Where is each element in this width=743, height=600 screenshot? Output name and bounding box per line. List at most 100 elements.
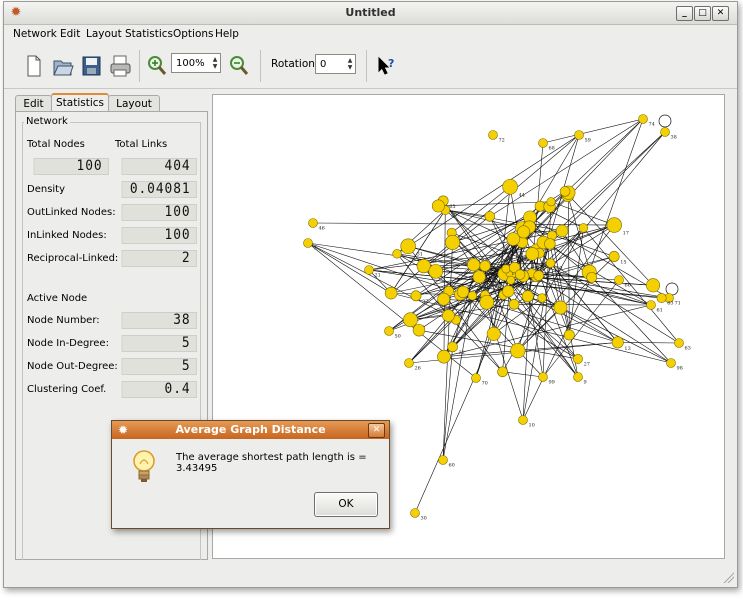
title-bar: ✹ Untitled _ □ ✕ bbox=[4, 2, 737, 25]
graph-node[interactable] bbox=[438, 455, 448, 465]
graph-node[interactable] bbox=[537, 293, 547, 303]
graph-node[interactable] bbox=[501, 264, 511, 274]
graph-node[interactable] bbox=[445, 234, 461, 250]
tab-layout[interactable]: Layout bbox=[108, 95, 160, 112]
print-icon[interactable] bbox=[107, 53, 133, 79]
zoom-spin-icon[interactable]: ▲ ▼ bbox=[211, 56, 219, 70]
new-file-icon[interactable] bbox=[20, 53, 46, 79]
reciprocal-value: 2 bbox=[121, 250, 197, 267]
graph-node[interactable] bbox=[514, 269, 526, 280]
menu-edit[interactable]: Edit bbox=[60, 28, 80, 40]
menu-layout[interactable]: Layout bbox=[86, 28, 122, 40]
graph-node[interactable] bbox=[303, 238, 313, 248]
graph-node[interactable] bbox=[442, 309, 455, 322]
graph-node[interactable] bbox=[416, 258, 431, 274]
graph-node[interactable] bbox=[472, 270, 486, 284]
graph-node[interactable] bbox=[497, 366, 508, 378]
graph-node[interactable] bbox=[404, 358, 414, 368]
graph-node[interactable] bbox=[517, 225, 531, 239]
graph-node[interactable] bbox=[437, 349, 451, 364]
graph-node[interactable] bbox=[611, 336, 624, 349]
graph-node[interactable] bbox=[384, 326, 394, 336]
graph-node[interactable] bbox=[403, 312, 418, 328]
graph-node[interactable] bbox=[666, 358, 676, 368]
graph-node[interactable] bbox=[572, 353, 583, 364]
menu-network[interactable]: Network bbox=[13, 28, 57, 40]
graph-node[interactable] bbox=[506, 275, 516, 285]
graph-node[interactable] bbox=[521, 290, 534, 303]
graph-node[interactable] bbox=[555, 224, 569, 238]
graph-node[interactable] bbox=[479, 294, 495, 310]
graph-node[interactable] bbox=[638, 114, 648, 124]
graph-node[interactable] bbox=[646, 300, 656, 310]
save-icon[interactable] bbox=[78, 53, 104, 79]
graph-node[interactable] bbox=[384, 286, 398, 300]
graph-node[interactable] bbox=[467, 291, 478, 301]
self-loop bbox=[665, 282, 679, 296]
graph-node[interactable] bbox=[502, 179, 518, 195]
graph-node[interactable] bbox=[437, 292, 451, 306]
whats-this-icon[interactable]: ? bbox=[374, 53, 400, 79]
graph-node[interactable] bbox=[488, 130, 498, 140]
menu-options[interactable]: Options bbox=[173, 28, 214, 40]
graph-node[interactable] bbox=[573, 372, 583, 382]
node-label: 22 bbox=[459, 350, 465, 356]
graph-node[interactable] bbox=[545, 258, 556, 268]
rotation-spin-icon[interactable]: ▲ ▼ bbox=[346, 57, 354, 71]
graph-node[interactable] bbox=[578, 223, 589, 233]
ok-button[interactable]: OK bbox=[314, 492, 378, 517]
graph-node[interactable] bbox=[471, 373, 481, 383]
tab-edit[interactable]: Edit bbox=[15, 95, 52, 112]
graph-node[interactable] bbox=[510, 343, 526, 359]
minimize-button[interactable]: _ bbox=[676, 6, 693, 21]
graph-node[interactable] bbox=[508, 299, 520, 310]
graph-node[interactable] bbox=[614, 275, 624, 285]
graph-node[interactable] bbox=[574, 130, 584, 140]
graph-node[interactable] bbox=[546, 197, 556, 207]
graph-node[interactable] bbox=[447, 341, 458, 353]
dialog-close-button[interactable]: ✕ bbox=[368, 423, 385, 438]
graph-node[interactable] bbox=[586, 271, 598, 283]
graph-node[interactable] bbox=[563, 329, 575, 341]
maximize-button[interactable]: □ bbox=[694, 6, 711, 21]
graph-node[interactable] bbox=[484, 211, 495, 222]
graph-node[interactable] bbox=[533, 270, 544, 281]
menu-help[interactable]: Help bbox=[215, 28, 239, 40]
close-button[interactable]: ✕ bbox=[712, 6, 729, 21]
graph-node[interactable] bbox=[364, 265, 374, 275]
graph-node[interactable] bbox=[410, 508, 420, 518]
graph-node[interactable] bbox=[606, 217, 622, 233]
graph-node[interactable] bbox=[412, 323, 426, 337]
rotation-spinbox[interactable]: 0 ▲ ▼ bbox=[315, 54, 356, 74]
graph-node[interactable] bbox=[456, 285, 470, 299]
graph-node[interactable] bbox=[400, 238, 416, 255]
graph-node[interactable] bbox=[660, 127, 670, 137]
graph-node[interactable] bbox=[392, 249, 402, 259]
graph-node[interactable] bbox=[467, 258, 481, 272]
graph-node[interactable] bbox=[486, 326, 501, 341]
graph-node[interactable] bbox=[502, 285, 515, 298]
graph-node[interactable] bbox=[518, 415, 528, 425]
resize-grip-icon[interactable] bbox=[722, 571, 734, 583]
graph-node[interactable] bbox=[410, 290, 422, 302]
graph-node[interactable] bbox=[608, 251, 620, 262]
graph-node[interactable] bbox=[428, 264, 444, 279]
open-file-icon[interactable] bbox=[49, 53, 75, 79]
graph-node[interactable] bbox=[559, 186, 571, 197]
graph-node[interactable] bbox=[544, 238, 556, 250]
graph-node[interactable] bbox=[538, 372, 548, 382]
graph-node[interactable] bbox=[431, 199, 445, 213]
graph-node[interactable] bbox=[308, 218, 318, 228]
zoom-select[interactable]: 100% ▲ ▼ bbox=[171, 53, 221, 73]
zoom-out-icon[interactable] bbox=[226, 53, 252, 79]
graph-node[interactable] bbox=[646, 278, 661, 293]
menu-statistics[interactable]: Statistics bbox=[125, 28, 173, 40]
graph-node[interactable] bbox=[674, 338, 684, 348]
zoom-in-icon[interactable] bbox=[144, 53, 170, 79]
graph-node[interactable] bbox=[553, 300, 568, 315]
graph-node[interactable] bbox=[479, 260, 491, 272]
graph-node[interactable] bbox=[656, 293, 667, 303]
node-label: 27 bbox=[584, 362, 590, 368]
graph-node[interactable] bbox=[538, 138, 548, 148]
graph-node[interactable] bbox=[525, 247, 540, 261]
